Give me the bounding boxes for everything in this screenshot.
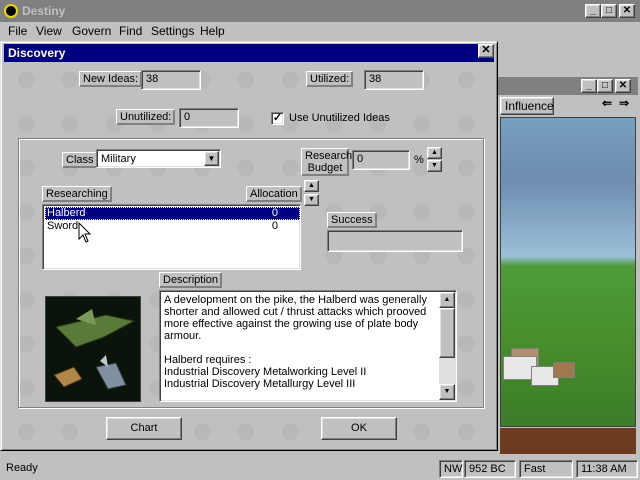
world-close-button[interactable]: ✕ [615,79,631,93]
allocation-up-icon[interactable]: ▲ [304,180,319,192]
list-item-name: Halberd [47,207,86,219]
budget-down-icon[interactable]: ▼ [427,160,442,172]
discovery-dialog: Discovery ✕ New Ideas: 38 Utilized: 38 U… [0,41,498,451]
dialog-title: Discovery [8,46,66,60]
list-item-halberd[interactable]: Halberd 0 [45,207,300,220]
menu-view[interactable]: View [36,24,62,38]
minimize-button[interactable]: _ [585,4,601,18]
menu-bar: File View Govern Find Settings Help [0,22,640,41]
class-label: Class [62,152,98,168]
description-box[interactable]: A development on the pike, the Halberd w… [159,290,457,402]
menu-settings[interactable]: Settings [151,24,194,38]
use-unutilized-checkbox[interactable]: ✓ [271,112,284,125]
allocation-down-icon[interactable]: ▼ [304,194,319,206]
chevron-down-icon[interactable]: ▼ [204,151,219,166]
menu-help[interactable]: Help [200,24,225,38]
app-title: Destiny [22,4,66,18]
scroll-up-icon[interactable]: ▲ [439,292,455,308]
close-app-button[interactable]: ✕ [619,4,635,18]
success-field [327,230,463,252]
dialog-title-bar: Discovery [4,44,494,62]
world-minimize-button[interactable]: _ [581,79,597,93]
class-select[interactable]: Military ▼ [96,149,221,168]
halberd-picture [45,296,141,402]
scroll-down-icon[interactable]: ▼ [439,384,455,400]
halberd-illustration [53,309,136,390]
class-select-value: Military [101,153,136,165]
allocation-label: Allocation [246,186,302,202]
scroll-thumb[interactable] [439,308,455,358]
research-budget-field[interactable]: 0 [352,150,410,170]
world-map-view[interactable] [500,117,636,427]
status-text: Ready [6,462,38,474]
chart-button[interactable]: Chart [106,417,182,440]
status-bar: Ready NW 952 BC Fast 11:38 AM [0,458,640,480]
use-unutilized-label: Use Unutilized Ideas [289,112,390,124]
percent-label: % [414,154,424,166]
unutilized-field: 0 [179,108,239,128]
status-time: 11:38 AM [576,460,638,478]
app-logo-icon [4,4,18,18]
hut-building [553,362,575,378]
description-text: A development on the pike, the Halberd w… [164,294,427,390]
menu-find[interactable]: Find [119,24,142,38]
maximize-button[interactable]: □ [601,4,617,18]
researching-label: Researching [42,186,112,202]
menu-file[interactable]: File [8,24,27,38]
status-year: 952 BC [464,460,516,478]
mouse-cursor-icon [78,222,92,243]
utilized-field: 38 [364,70,424,90]
success-label: Success [327,212,377,228]
description-label: Description [159,272,223,288]
world-maximize-button[interactable]: □ [597,79,613,93]
new-ideas-label: New Ideas: [79,71,143,87]
app-title-bar: Destiny [0,0,640,22]
list-item-allocation: 0 [271,220,278,232]
unutilized-label: Unutilized: [116,109,176,125]
new-ideas-field: 38 [141,70,201,90]
ok-button[interactable]: OK [321,417,397,440]
list-item-name: Sword [47,220,79,232]
tab-influence[interactable]: Influence [500,97,554,115]
status-speed: Fast [519,460,573,478]
status-direction: NW [439,460,463,478]
nav-left-icon[interactable]: ⇐ [600,97,614,112]
world-ground [500,428,636,454]
budget-up-icon[interactable]: ▲ [427,147,442,159]
dialog-close-button[interactable]: ✕ [478,44,494,58]
menu-govern[interactable]: Govern [72,24,111,38]
research-budget-label: Research Budget [301,148,352,176]
list-item-allocation: 0 [271,207,278,219]
utilized-label: Utilized: [306,71,354,87]
nav-right-icon[interactable]: ⇒ [617,97,631,112]
description-scrollbar[interactable]: ▲ ▼ [439,292,455,400]
